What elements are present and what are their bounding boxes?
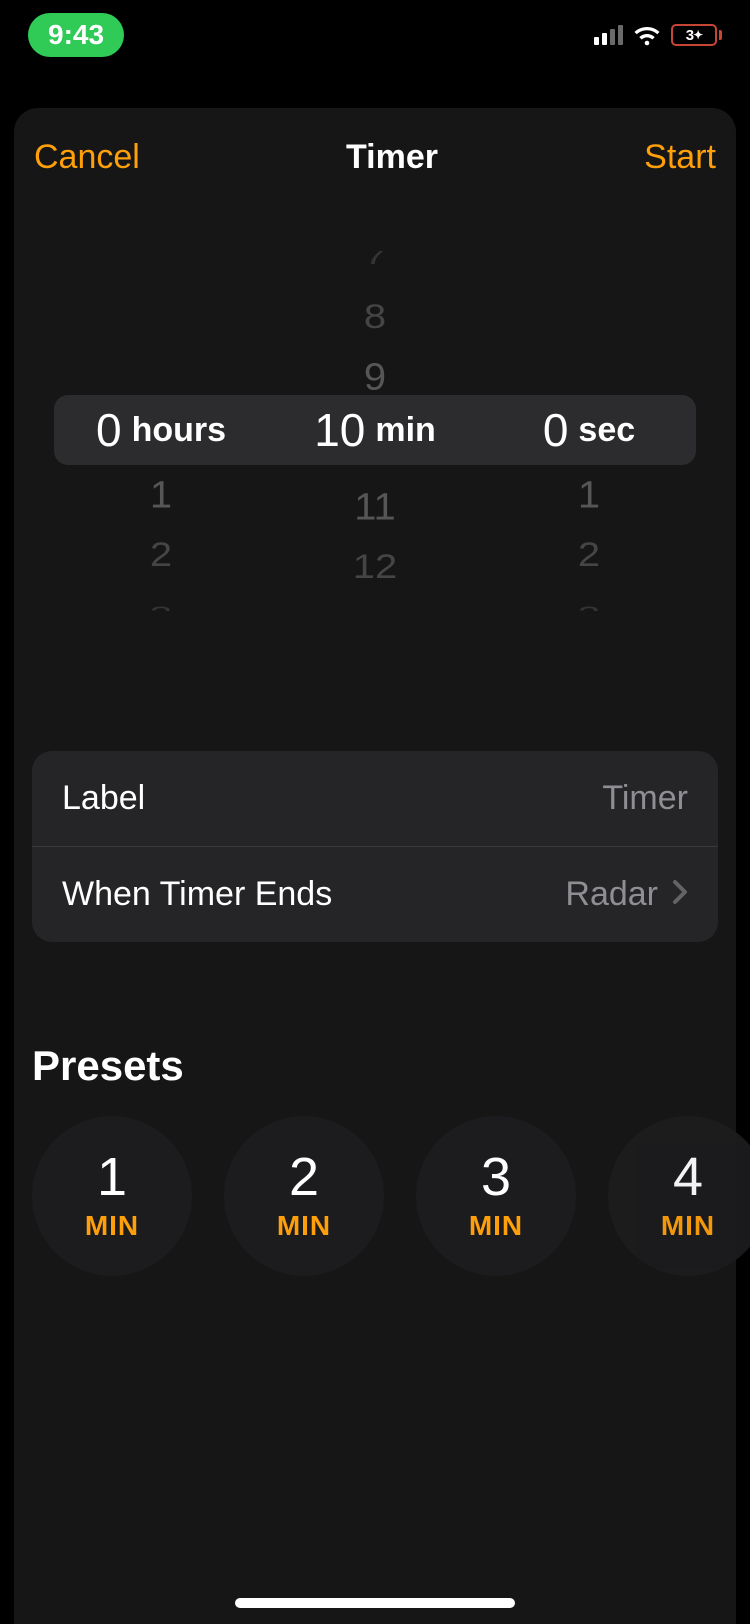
- picker-item: 12: [353, 542, 398, 593]
- when-timer-ends-row[interactable]: When Timer Ends Radar: [32, 846, 718, 942]
- picker-item: 8: [364, 292, 386, 343]
- picker-item: 2: [578, 530, 600, 581]
- picker-minutes-column[interactable]: 7 8 9 11 12 13: [268, 251, 482, 611]
- label-row[interactable]: Label: [32, 751, 718, 846]
- presets-row[interactable]: 1 MIN 2 MIN 3 MIN 4 MIN: [32, 1116, 718, 1276]
- presets-section: Presets 1 MIN 2 MIN 3 MIN 4 MIN: [14, 1042, 736, 1276]
- status-time-pill[interactable]: 9:43: [28, 13, 124, 57]
- picker-item: 1: [578, 467, 600, 524]
- status-bar: 9:43 3✦: [0, 0, 750, 70]
- home-indicator[interactable]: [235, 1598, 515, 1608]
- preset-2min[interactable]: 2 MIN: [224, 1116, 384, 1276]
- label-input[interactable]: [388, 779, 688, 818]
- cancel-button[interactable]: Cancel: [34, 138, 140, 177]
- preset-value: 2: [289, 1150, 319, 1204]
- preset-unit: MIN: [277, 1210, 331, 1242]
- cellular-signal-icon: [594, 25, 623, 45]
- picker-item: 13: [353, 611, 398, 612]
- nav-bar: Cancel Timer Start: [14, 128, 736, 201]
- time-picker[interactable]: 1 2 3 7 8 9 11 12 13: [54, 251, 696, 711]
- picker-item: 3: [150, 599, 172, 612]
- preset-value: 4: [673, 1150, 703, 1204]
- preset-4min[interactable]: 4 MIN: [608, 1116, 750, 1276]
- picker-item: 2: [150, 530, 172, 581]
- picker-seconds-column[interactable]: 1 2 3: [482, 251, 696, 611]
- when-timer-ends-title: When Timer Ends: [62, 875, 332, 914]
- preset-unit: MIN: [85, 1210, 139, 1242]
- picker-hours-column[interactable]: 1 2 3: [54, 251, 268, 611]
- battery-icon: 3✦: [671, 24, 722, 46]
- label-title: Label: [62, 779, 145, 818]
- preset-3min[interactable]: 3 MIN: [416, 1116, 576, 1276]
- picker-item: 11: [354, 479, 396, 536]
- start-button[interactable]: Start: [644, 138, 716, 177]
- preset-value: 3: [481, 1150, 511, 1204]
- presets-title: Presets: [32, 1042, 718, 1090]
- picker-item: 7: [364, 251, 386, 274]
- timer-sheet: Cancel Timer Start 1 2 3: [14, 108, 736, 1624]
- settings-group: Label When Timer Ends Radar: [32, 751, 718, 942]
- picker-item: 1: [150, 467, 172, 524]
- when-timer-ends-value: Radar: [565, 875, 658, 914]
- wifi-icon: [633, 24, 661, 46]
- preset-unit: MIN: [661, 1210, 715, 1242]
- picker-item: 3: [578, 599, 600, 612]
- preset-unit: MIN: [469, 1210, 523, 1242]
- sheet-title: Timer: [346, 138, 438, 177]
- preset-1min[interactable]: 1 MIN: [32, 1116, 192, 1276]
- preset-value: 1: [97, 1150, 127, 1204]
- chevron-right-icon: [672, 879, 688, 910]
- picker-item: 9: [364, 349, 386, 406]
